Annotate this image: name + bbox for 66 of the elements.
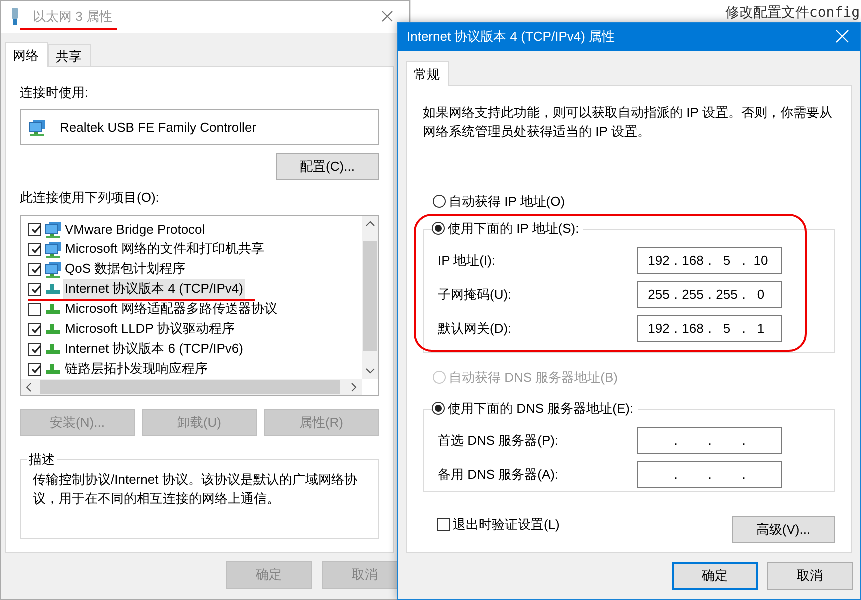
window-title: Internet 协议版本 4 (TCP/IPv4) 属性 <box>407 28 616 46</box>
separator-dot: . <box>707 321 713 336</box>
separator-dot: . <box>707 253 713 268</box>
cancel-button[interactable]: 取消 <box>767 562 853 590</box>
ok-button[interactable]: 确定 <box>672 562 758 590</box>
separator-dot: . <box>707 467 713 482</box>
separator-dot: . <box>741 321 747 336</box>
ip-address-field[interactable]: . . . <box>637 461 782 488</box>
list-item[interactable]: 链路层拓扑发现响应程序 <box>63 359 210 379</box>
separator-dot: . <box>707 287 713 302</box>
octet-text: 0 <box>756 287 766 302</box>
ip-address-field[interactable]: 192 . 168 . 5 . 1 <box>637 315 782 342</box>
separator-dot: . <box>741 253 747 268</box>
radio-label: 使用下面的 IP 地址(S): <box>448 220 580 238</box>
ip-address-field[interactable]: 255 . 255 . 255 . 0 <box>637 281 782 308</box>
configure-button[interactable]: 配置(C)... <box>276 153 379 180</box>
separator-dot: . <box>673 287 679 302</box>
ip-address-field[interactable]: . . . <box>637 427 782 454</box>
tab[interactable]: 常规 <box>406 61 449 86</box>
description-text: 传输控制协议/Internet 协议。该协议是默认的广域网络协议，用于在不同的相互连接的网络上通信。 <box>33 471 358 508</box>
octet-text: 255 <box>682 287 704 302</box>
radio-label: 自动获得 DNS 服务器地址(B) <box>449 368 618 386</box>
radio-label: 自动获得 IP 地址(O) <box>449 192 566 210</box>
group-label: 描述 <box>27 451 57 469</box>
list-item[interactable]: Microsoft LLDP 协议驱动程序 <box>63 319 238 339</box>
checkbox-label: 退出时验证设置(L) <box>453 516 560 534</box>
tab[interactable]: 网络 <box>5 42 48 67</box>
field-label: 备用 DNS 服务器(A): <box>438 466 559 484</box>
field-label: 默认网关(D): <box>438 320 512 338</box>
separator-dot: . <box>673 253 679 268</box>
field-label: 首选 DNS 服务器(P): <box>438 432 559 450</box>
list-item[interactable]: Microsoft 网络适配器多路传送器协议 <box>63 299 280 319</box>
octet-text: 5 <box>722 253 732 268</box>
separator-dot: . <box>741 287 747 302</box>
field-label: 子网掩码(U): <box>438 286 512 304</box>
separator-dot: . <box>707 433 713 448</box>
list-item[interactable]: Internet 协议版本 6 (TCP/IPv6) <box>63 339 246 359</box>
tab[interactable]: 共享 <box>48 44 91 66</box>
adapter-name: Realtek USB FE Family Controller <box>60 120 256 134</box>
page-text: 修改配置文件config <box>725 4 860 22</box>
octet-text: 255 <box>648 287 670 302</box>
list-item[interactable]: Microsoft 网络的文件和打印机共享 <box>63 239 266 259</box>
separator-dot: . <box>741 433 747 448</box>
separator-dot: . <box>673 467 679 482</box>
separator-dot: . <box>673 321 679 336</box>
window-title: 以太网 3 属性 <box>33 8 112 26</box>
octet-text: 1 <box>756 321 766 336</box>
octet-text: 255 <box>716 287 738 302</box>
separator-dot: . <box>741 467 747 482</box>
advanced-button[interactable]: 高级(V)... <box>732 516 835 543</box>
list-item[interactable]: VMware Bridge Protocol <box>63 220 208 238</box>
section-label: 连接时使用: <box>20 84 90 102</box>
list-item[interactable]: QoS 数据包计划程序 <box>63 259 188 279</box>
octet-text: 10 <box>752 253 770 268</box>
intro-text: 如果网络支持此功能，则可以获取自动指派的 IP 设置。否则，你需要从网络系统管理员处获得适当的 IP 设置。 <box>423 104 833 141</box>
field-label: IP 地址(I): <box>438 252 496 270</box>
separator-dot: . <box>673 433 679 448</box>
section-label: 此连接使用下列项目(O): <box>20 189 160 207</box>
octet-text: 168 <box>682 321 704 336</box>
ip-address-field[interactable]: 192 . 168 . 5 . 10 <box>637 247 782 274</box>
radio-label: 使用下面的 DNS 服务器地址(E): <box>448 400 634 418</box>
list-item[interactable]: Internet 协议版本 4 (TCP/IPv4) <box>63 279 246 299</box>
octet-text: 192 <box>648 321 670 336</box>
octet-text: 192 <box>648 253 670 268</box>
octet-text: 168 <box>682 253 704 268</box>
octet-text: 5 <box>722 321 732 336</box>
